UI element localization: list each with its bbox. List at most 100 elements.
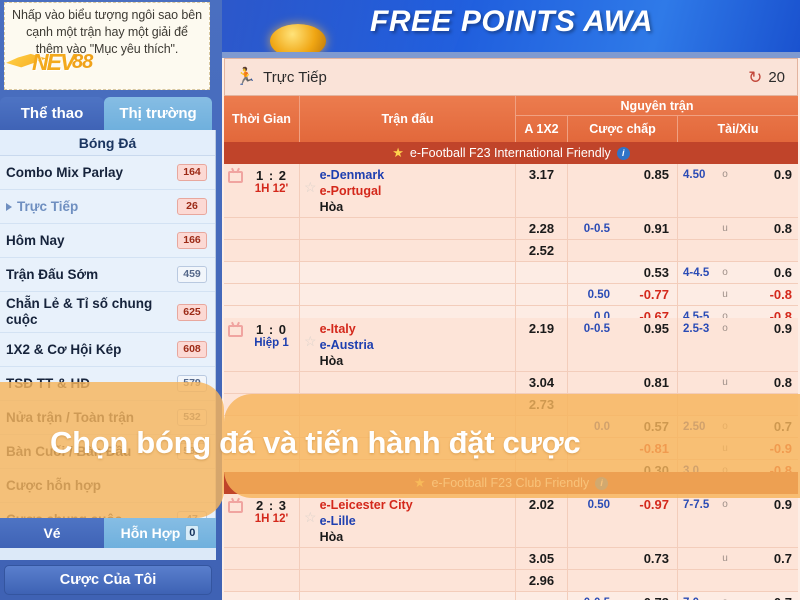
table-row[interactable]: 2.52 xyxy=(224,240,798,262)
handicap-line[interactable]: 0-0.5 xyxy=(584,595,610,600)
table-row[interactable]: 0.534-4.5o0.6 xyxy=(224,262,798,284)
cell-handicap[interactable] xyxy=(568,570,678,591)
odds-1x2[interactable]: 2.52 xyxy=(529,243,554,259)
odds-1x2[interactable]: 3.05 xyxy=(529,551,554,567)
cell-a1x2[interactable]: 3.05 xyxy=(516,548,568,569)
refresh-control[interactable]: ↻ 20 xyxy=(748,69,785,86)
ou-line[interactable]: 7-7.5 xyxy=(683,497,709,513)
promo-banner[interactable]: FREE POINTS AWA xyxy=(222,0,800,52)
cell-handicap[interactable]: 0.53 xyxy=(568,262,678,283)
handicap-line[interactable]: 0-0.5 xyxy=(584,321,610,337)
home-team[interactable]: e-Italy xyxy=(320,321,374,337)
cell-handicap[interactable] xyxy=(568,240,678,261)
cell-over-under[interactable]: 7-7.5o0.9 xyxy=(678,494,798,547)
away-team[interactable]: e-Lille xyxy=(320,513,413,529)
refresh-icon[interactable]: ↻ xyxy=(748,69,762,86)
cell-a1x2[interactable] xyxy=(516,284,568,305)
table-row[interactable]: 2 : 31H 12'☆e-Leicester Citye-LilleHòa2.… xyxy=(224,494,798,548)
ou-odds[interactable]: 0.8 xyxy=(774,221,792,237)
draw-label[interactable]: Hòa xyxy=(320,529,413,545)
cell-a1x2[interactable] xyxy=(516,262,568,283)
handicap-odds[interactable]: 0.73 xyxy=(644,551,669,567)
cell-over-under[interactable]: u0.7 xyxy=(678,548,798,569)
table-row[interactable]: 2.28 0-0.50.91u0.8 xyxy=(224,218,798,240)
cell-a1x2[interactable]: 2.96 xyxy=(516,570,568,591)
handicap-odds[interactable]: -0.97 xyxy=(639,497,669,513)
my-bets-button[interactable]: Cược Của Tôi xyxy=(4,565,212,595)
ou-odds[interactable]: 0.7 xyxy=(774,551,792,567)
away-team[interactable]: e-Austria xyxy=(320,337,374,353)
cell-over-under[interactable]: 4.50o0.9 xyxy=(678,164,798,217)
handicap-odds[interactable]: -0.77 xyxy=(639,287,669,303)
table-row[interactable]: 1 : 21H 12'☆e-Denmarke-PortugalHòa3.170.… xyxy=(224,164,798,218)
tv-icon[interactable] xyxy=(228,501,243,513)
cell-over-under[interactable]: 2.5-3o0.9 xyxy=(678,318,798,371)
table-row[interactable]: 1 : 0Hiệp 1☆e-Italye-AustriaHòa2.190-0.5… xyxy=(224,318,798,372)
table-row[interactable]: 0-0.50.737.0o0.7 xyxy=(224,592,798,600)
cell-a1x2[interactable]: 2.52 xyxy=(516,240,568,261)
favorite-star-icon[interactable]: ☆ xyxy=(304,510,317,525)
info-icon[interactable]: i xyxy=(617,147,630,160)
cell-over-under[interactable]: 4-4.5o0.6 xyxy=(678,262,798,283)
odds-1x2[interactable]: 3.17 xyxy=(529,167,554,183)
cell-a1x2[interactable]: 3.04 xyxy=(516,372,568,393)
tv-icon[interactable] xyxy=(228,325,243,337)
handicap-odds[interactable]: 0.95 xyxy=(644,321,669,337)
ou-line[interactable]: 2.5-3 xyxy=(683,321,709,337)
handicap-odds[interactable]: 0.81 xyxy=(644,375,669,391)
cell-handicap[interactable]: 0-0.50.91 xyxy=(568,218,678,239)
cell-handicap[interactable]: 0.50 -0.97 xyxy=(568,494,678,547)
cell-over-under[interactable]: u0.8 xyxy=(678,218,798,239)
cell-a1x2[interactable]: 2.02 xyxy=(516,494,568,547)
odds-1x2[interactable]: 2.19 xyxy=(529,321,554,337)
draw-label[interactable]: Hòa xyxy=(320,353,374,369)
tab-hon-hop[interactable]: Hỗn Hợp 0 xyxy=(104,518,216,548)
ou-odds[interactable]: 0.9 xyxy=(774,497,792,513)
draw-label[interactable]: Hòa xyxy=(320,199,385,215)
cell-handicap[interactable]: 0.50 -0.77 xyxy=(568,284,678,305)
handicap-line[interactable]: 0.50 xyxy=(588,287,610,303)
ou-odds[interactable]: 0.9 xyxy=(774,321,792,337)
ou-line[interactable]: 7.0 xyxy=(683,595,699,600)
sidebar-item-3[interactable]: Trận Đấu Sớm459 xyxy=(0,258,215,292)
tab-ve[interactable]: Vé xyxy=(0,518,104,548)
cell-handicap[interactable]: 0.73 xyxy=(568,548,678,569)
ou-line[interactable]: 4.50 xyxy=(683,167,705,183)
handicap-line[interactable]: 0.50 xyxy=(588,497,610,513)
ou-odds[interactable]: 0.8 xyxy=(774,375,792,391)
cell-over-under[interactable] xyxy=(678,570,798,591)
odds-1x2[interactable]: 2.96 xyxy=(529,573,554,589)
favorite-star-icon[interactable]: ☆ xyxy=(304,180,317,195)
ou-line[interactable]: 4-4.5 xyxy=(683,265,709,281)
handicap-odds[interactable]: 0.73 xyxy=(644,595,669,600)
cell-over-under[interactable]: u0.8 xyxy=(678,372,798,393)
table-row[interactable]: 3.05 0.73 u0.7 xyxy=(224,548,798,570)
site-logo[interactable]: NEV 88 xyxy=(6,47,110,77)
tv-icon[interactable] xyxy=(228,171,243,183)
cell-handicap[interactable]: 0.81 xyxy=(568,372,678,393)
ou-odds[interactable]: 0.6 xyxy=(774,265,792,281)
tab-the-thao[interactable]: Thể thao xyxy=(0,97,104,130)
favorite-star-icon[interactable]: ☆ xyxy=(304,334,317,349)
sidebar-item-2[interactable]: Hôm Nay166 xyxy=(0,224,215,258)
sidebar-item-4[interactable]: Chẵn Lẻ & Tỉ số chung cuộc625 xyxy=(0,292,215,333)
table-row[interactable]: 0.50-0.77u-0.8 xyxy=(224,284,798,306)
sidebar-item-5[interactable]: 1X2 & Cơ Hội Kép608 xyxy=(0,333,215,367)
handicap-odds[interactable]: 0.85 xyxy=(644,167,669,183)
odds-1x2[interactable]: 3.04 xyxy=(529,375,554,391)
league-header[interactable]: ★e-Football F23 International Friendlyi xyxy=(224,142,798,164)
ou-odds[interactable]: 0.7 xyxy=(774,595,792,600)
cell-handicap[interactable]: 0-0.5 0.95 xyxy=(568,318,678,371)
odds-1x2[interactable]: 2.02 xyxy=(529,497,554,513)
cell-handicap[interactable]: 0.85 xyxy=(568,164,678,217)
ou-odds[interactable]: -0.8 xyxy=(770,287,792,303)
home-team[interactable]: e-Denmark xyxy=(320,167,385,183)
cell-a1x2[interactable]: 3.17 xyxy=(516,164,568,217)
cell-a1x2[interactable]: 2.28 xyxy=(516,218,568,239)
odds-1x2[interactable]: 2.28 xyxy=(529,221,554,237)
handicap-line[interactable]: 0-0.5 xyxy=(584,221,610,237)
tab-thi-truong[interactable]: Thị trường xyxy=(104,97,212,130)
cell-a1x2[interactable]: 2.19 xyxy=(516,318,568,371)
ou-odds[interactable]: 0.9 xyxy=(774,167,792,183)
table-row[interactable]: 3.04 0.81 u0.8 xyxy=(224,372,798,394)
